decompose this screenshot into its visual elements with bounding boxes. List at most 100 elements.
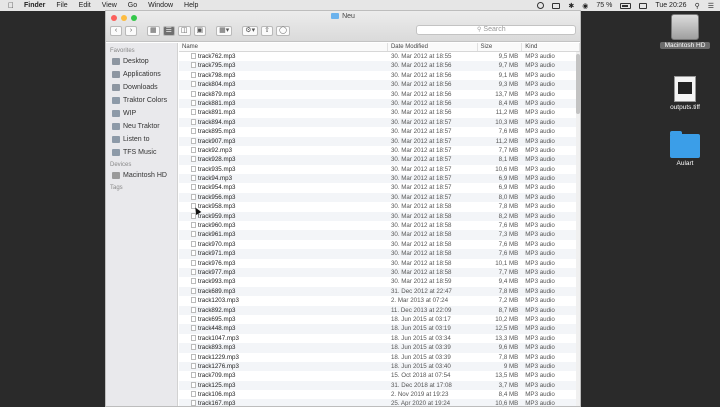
file-date-modified: 18. Jun 2015 at 03:17 <box>390 315 451 323</box>
action-gear-icon[interactable]: ⚙▾ <box>242 26 259 36</box>
record-icon[interactable] <box>537 2 545 9</box>
desktop-item-outputs-tiff[interactable]: outputs.tiff <box>660 76 710 111</box>
table-row[interactable]: track94.mp3 30. Mar 2012 at 18:57 6,9 MB MP… <box>179 174 580 184</box>
table-row[interactable]: track958.mp3 30. Mar 2012 at 18:58 7,8 MB M… <box>179 202 580 211</box>
search-input[interactable]: ⚲ Search <box>416 25 576 35</box>
spotlight-icon[interactable]: ⚲ <box>695 2 700 10</box>
sidebar-item-neu-traktor[interactable]: Neu Traktor <box>106 120 177 133</box>
table-row[interactable]: track907.mp3 30. Mar 2012 at 18:57 11,2 MB… <box>179 136 580 146</box>
table-row[interactable]: track689.mp3 31. Dec 2012 at 22:47 7,8 MB M… <box>179 286 580 297</box>
desktop-item-macintosh-hd[interactable]: Macintosh HD <box>660 14 710 49</box>
table-row[interactable]: track892.mp3 11. Dec 2013 at 22:09 8,7 MB M… <box>179 305 580 315</box>
menu-edit[interactable]: Edit <box>79 2 91 9</box>
menu-help[interactable]: Help <box>184 2 198 9</box>
sidebar-item-desktop[interactable]: Desktop <box>106 55 177 68</box>
table-row[interactable]: track960.mp3 30. Mar 2012 at 18:58 7,6 MB M… <box>179 221 580 230</box>
table-row[interactable]: track928.mp3 30. Mar 2012 at 18:57 8,1 MB M… <box>179 155 580 165</box>
table-row[interactable]: track167.mp3 25. Apr 2020 at 19:24 10,6 MB… <box>179 399 580 407</box>
table-row[interactable]: track695.mp3 18. Jun 2015 at 03:17 10,2 MB… <box>179 315 580 324</box>
bluetooth-icon[interactable]: ✱ <box>568 2 574 10</box>
file-size: 6,9 MB <box>498 184 519 192</box>
tag-icon[interactable]: ◯ <box>276 26 290 36</box>
sidebar-item-listen-to[interactable]: Listen to <box>106 133 177 146</box>
table-row[interactable]: track1047.mp3 18. Jun 2015 at 03:34 13,3 M… <box>179 334 580 343</box>
file-kind: MP3 audio <box>525 297 555 305</box>
share-icon[interactable]: ⇧ <box>261 26 274 36</box>
column-view-button[interactable]: ◫ <box>177 26 191 36</box>
table-row[interactable]: track993.mp3 30. Mar 2012 at 18:59 9,4 MB M… <box>179 277 580 286</box>
file-name: track977.mp3 <box>179 268 388 277</box>
table-row[interactable]: track879.mp3 30. Mar 2012 at 18:56 13,7 MB… <box>179 90 580 99</box>
table-row[interactable]: track894.mp3 30. Mar 2012 at 18:57 10,3 MB… <box>179 117 580 128</box>
table-row[interactable]: track971.mp3 30. Mar 2012 at 18:58 7,6 MB M… <box>179 249 580 259</box>
forward-button[interactable]: › <box>125 26 137 36</box>
table-row[interactable]: track891.mp3 30. Mar 2012 at 18:56 11,2 MB… <box>179 108 580 117</box>
wifi-icon[interactable]: ◉ <box>582 2 588 10</box>
table-row[interactable]: track795.mp3 30. Mar 2012 at 18:56 9,7 MB M… <box>179 61 580 71</box>
table-row[interactable]: track961.mp3 30. Mar 2012 at 18:58 7,3 MB M… <box>179 230 580 240</box>
table-row[interactable]: track106.mp3 2. Nov 2019 at 19:23 8,4 MB MP… <box>179 390 580 399</box>
file-name-text: track106.mp3 <box>198 391 236 399</box>
table-row[interactable]: track804.mp3 30. Mar 2012 at 18:56 9,3 MB M… <box>179 80 580 90</box>
table-row[interactable]: track977.mp3 30. Mar 2012 at 18:58 7,7 MB M… <box>179 267 580 278</box>
table-row[interactable]: track881.mp3 30. Mar 2012 at 18:56 8,4 MB M… <box>179 98 580 109</box>
table-row[interactable]: track448.mp3 18. Jun 2015 at 03:19 12,5 MB… <box>179 324 580 334</box>
sidebar-item-macintosh-hd[interactable]: Macintosh HD <box>106 169 177 182</box>
file-kind: MP3 audio <box>525 53 555 60</box>
battery-icon[interactable] <box>620 2 632 9</box>
menu-file[interactable]: File <box>56 2 67 9</box>
column-header-kind[interactable]: Kind <box>522 43 580 51</box>
menu-list-icon[interactable]: ☰ <box>708 2 714 10</box>
back-button[interactable]: ‹ <box>110 26 122 36</box>
file-kind: MP3 audio <box>525 175 555 183</box>
sidebar-item-traktor-colors[interactable]: Traktor Colors <box>106 94 177 107</box>
desktop-item-aulart[interactable]: Aulart <box>660 131 710 167</box>
gallery-view-button[interactable]: ▣ <box>193 26 207 36</box>
table-row[interactable]: track1203.mp3 2. Mar 2013 at 07:24 7,2 MB M… <box>179 296 580 305</box>
table-row[interactable]: track895.mp3 30. Mar 2012 at 18:57 7,6 MB M… <box>179 127 580 136</box>
file-name: track125.mp3 <box>179 381 388 390</box>
column-header-size[interactable]: Size <box>478 43 523 51</box>
table-row[interactable]: track1229.mp3 18. Jun 2015 at 03:39 7,8 MB… <box>179 353 580 362</box>
table-row[interactable]: track959.mp3 30. Mar 2012 at 18:58 8,2 MB M… <box>179 211 580 222</box>
menu-finder[interactable]: Finder <box>24 2 45 9</box>
airplay-icon[interactable] <box>552 2 561 9</box>
apple-icon[interactable]:  <box>8 1 14 10</box>
folder-icon <box>112 136 120 143</box>
column-header-date[interactable]: Date Modified <box>388 43 478 51</box>
file-kind: MP3 audio <box>525 62 555 70</box>
table-row[interactable]: track125.mp3 31. Dec 2018 at 17:08 3,7 MB M… <box>179 380 580 391</box>
group-button[interactable]: ▦▾ <box>216 26 233 36</box>
table-row[interactable]: track893.mp3 18. Jun 2015 at 03:39 9,6 MB M… <box>179 343 580 353</box>
table-row[interactable]: track976.mp3 30. Mar 2012 at 18:58 10,1 MB… <box>179 259 580 268</box>
table-row[interactable]: track956.mp3 30. Mar 2012 at 18:57 8,0 MB M… <box>179 192 580 203</box>
table-row[interactable]: track935.mp3 30. Mar 2012 at 18:57 10,6 MB… <box>179 165 580 174</box>
file-name-text: track167.mp3 <box>198 400 236 407</box>
table-row[interactable]: track798.mp3 30. Mar 2012 at 18:56 9,1 MB M… <box>179 71 580 80</box>
sidebar-item-applications[interactable]: Applications <box>106 68 177 81</box>
column-header-name[interactable]: Name <box>179 43 388 51</box>
scrollbar[interactable] <box>576 52 580 406</box>
icon-view-button[interactable]: ▦ <box>147 26 160 36</box>
file-date-modified: 18. Jun 2015 at 03:39 <box>390 344 451 352</box>
flag-icon[interactable] <box>639 2 648 9</box>
menu-go[interactable]: Go <box>128 2 137 9</box>
table-row[interactable]: track1276.mp3 18. Jun 2015 at 03:40 9 MB MP… <box>179 361 580 372</box>
table-row[interactable]: track954.mp3 30. Mar 2012 at 18:57 6,9 MB M… <box>179 183 580 192</box>
sidebar-item-wip[interactable]: WIP <box>106 107 177 120</box>
scrollbar-thumb[interactable] <box>576 54 580 114</box>
audio-file-icon <box>191 315 196 322</box>
battery-percent[interactable]: 75 % <box>596 2 612 9</box>
table-row[interactable]: track709.mp3 15. Oct 2018 at 07:54 13,5 MB… <box>179 371 580 380</box>
title-bar[interactable]: Neu ‹ › ▦ ☰ ◫ ▣ ▦▾ ⚙▾ ⇧ ◯ ⚲ Search <box>106 11 580 42</box>
sidebar-item-downloads[interactable]: Downloads <box>106 81 177 94</box>
table-row[interactable]: track92.mp3 30. Mar 2012 at 18:57 7,7 MB MP… <box>179 146 580 155</box>
list-view-button[interactable]: ☰ <box>162 26 175 36</box>
sidebar-item-tfs-music[interactable]: TFS Music <box>106 146 177 159</box>
clock[interactable]: Tue 20:26 <box>655 2 686 9</box>
table-row[interactable]: track970.mp3 30. Mar 2012 at 18:58 7,6 MB M… <box>179 240 580 249</box>
menu-window[interactable]: Window <box>148 2 173 9</box>
menu-view[interactable]: View <box>102 2 117 9</box>
table-row[interactable]: track762.mp3 30. Mar 2012 at 18:55 9,5 MB M… <box>179 52 580 61</box>
file-date-modified: 30. Mar 2012 at 18:56 <box>390 99 452 107</box>
